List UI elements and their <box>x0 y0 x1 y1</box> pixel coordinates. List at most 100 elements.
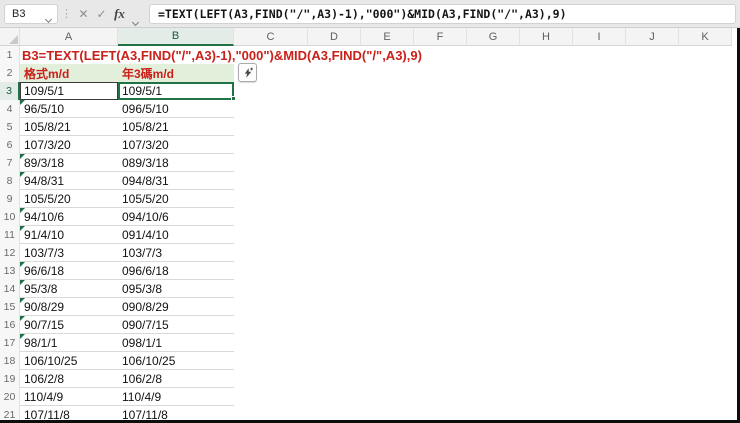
row-header-13[interactable]: 13 <box>0 262 20 280</box>
row-header-2[interactable]: 2 <box>0 64 20 82</box>
row-header-9[interactable]: 9 <box>0 190 20 208</box>
cell-B4[interactable]: 096/5/10 <box>118 100 234 118</box>
cell-B15[interactable]: 090/8/29 <box>118 298 234 316</box>
fill-handle[interactable] <box>231 96 236 101</box>
column-header-D[interactable]: D <box>308 28 361 46</box>
error-indicator-icon <box>20 334 25 339</box>
formula-text: =TEXT(LEFT(A3,FIND("/",A3)-1),"000")&MID… <box>158 7 567 21</box>
cell-A3[interactable]: 109/5/1 <box>20 82 118 100</box>
formula-note-text[interactable]: B3=TEXT(LEFT(A3,FIND("/",A3)-1),"000")&M… <box>20 46 422 64</box>
column-header-A[interactable]: A <box>20 28 118 46</box>
column-header-C[interactable]: C <box>234 28 308 46</box>
cell-B2[interactable]: 年3碼m/d <box>118 64 234 82</box>
cell-A12[interactable]: 103/7/3 <box>20 244 118 262</box>
column-header-J[interactable]: J <box>626 28 679 46</box>
column-header-I[interactable]: I <box>573 28 626 46</box>
cell-A20[interactable]: 110/4/9 <box>20 388 118 406</box>
cell-A6[interactable]: 107/3/20 <box>20 136 118 154</box>
row-header-3[interactable]: 3 <box>0 82 20 100</box>
cell-B17[interactable]: 098/1/1 <box>118 334 234 352</box>
cell-A10[interactable]: 94/10/6 <box>20 208 118 226</box>
cell-B18[interactable]: 106/10/25 <box>118 352 234 370</box>
error-indicator-icon <box>20 262 25 267</box>
sheet-row-9: 9 105/5/20 105/5/20 <box>0 190 740 208</box>
name-box[interactable]: B3 <box>4 4 58 24</box>
cell-A13[interactable]: 96/6/18 <box>20 262 118 280</box>
row-header-10[interactable]: 10 <box>0 208 20 226</box>
row-header-8[interactable]: 8 <box>0 172 20 190</box>
column-header-E[interactable]: E <box>361 28 414 46</box>
cell-A19[interactable]: 106/2/8 <box>20 370 118 388</box>
sheet-row-5: 5 105/8/21 105/8/21 <box>0 118 740 136</box>
row-header-15[interactable]: 15 <box>0 298 20 316</box>
row-header-6[interactable]: 6 <box>0 136 20 154</box>
cell-A14[interactable]: 95/3/8 <box>20 280 118 298</box>
cell-B7[interactable]: 089/3/18 <box>118 154 234 172</box>
row-header-16[interactable]: 16 <box>0 316 20 334</box>
grid: 1 B3=TEXT(LEFT(A3,FIND("/",A3)-1),"000")&… <box>0 46 740 423</box>
formula-enter-button[interactable]: ✓ <box>93 5 110 23</box>
cell-B14[interactable]: 095/3/8 <box>118 280 234 298</box>
error-indicator-icon <box>20 172 25 177</box>
row-header-11[interactable]: 11 <box>0 226 20 244</box>
sheet-row-19: 19 106/2/8 106/2/8 <box>0 370 740 388</box>
error-indicator-icon <box>20 154 25 159</box>
cell-B6[interactable]: 107/3/20 <box>118 136 234 154</box>
cell-B16[interactable]: 090/7/15 <box>118 316 234 334</box>
row-header-20[interactable]: 20 <box>0 388 20 406</box>
cell-B11[interactable]: 091/4/10 <box>118 226 234 244</box>
sheet-row-4: 4 96/5/10 096/5/10 <box>0 100 740 118</box>
column-header-G[interactable]: G <box>467 28 520 46</box>
x-icon: ✕ <box>78 7 89 21</box>
cell-B10[interactable]: 094/10/6 <box>118 208 234 226</box>
cell-B9[interactable]: 105/5/20 <box>118 190 234 208</box>
row-header-19[interactable]: 19 <box>0 370 20 388</box>
flash-fill-options-button[interactable] <box>238 63 257 82</box>
cell-A15[interactable]: 90/8/29 <box>20 298 118 316</box>
row-header-1[interactable]: 1 <box>0 46 20 64</box>
formula-bar-row: B3 ⋮ ✕ ✓ fx =TEXT(LEFT(A3,FIND("/",A3)-1… <box>0 0 740 28</box>
row-header-7[interactable]: 7 <box>0 154 20 172</box>
cell-B20[interactable]: 110/4/9 <box>118 388 234 406</box>
cell-A8[interactable]: 94/8/31 <box>20 172 118 190</box>
row-header-5[interactable]: 5 <box>0 118 20 136</box>
cell-B3[interactable]: 109/5/1 <box>118 82 236 101</box>
cell-B19[interactable]: 106/2/8 <box>118 370 234 388</box>
formula-cancel-button[interactable]: ✕ <box>75 5 92 23</box>
cell-A4[interactable]: 96/5/10 <box>20 100 118 118</box>
row-header-18[interactable]: 18 <box>0 352 20 370</box>
sheet-row-11: 11 91/4/10 091/4/10 <box>0 226 740 244</box>
column-header-F[interactable]: F <box>414 28 467 46</box>
cell-B12[interactable]: 103/7/3 <box>118 244 234 262</box>
row-header-4[interactable]: 4 <box>0 100 20 118</box>
cell-A5[interactable]: 105/8/21 <box>20 118 118 136</box>
cell-A17[interactable]: 98/1/1 <box>20 334 118 352</box>
sheet-row-8: 8 94/8/31 094/8/31 <box>0 172 740 190</box>
fx-icon: fx <box>114 6 125 21</box>
cell-B5[interactable]: 105/8/21 <box>118 118 234 136</box>
insert-function-button[interactable]: fx <box>111 5 128 23</box>
cell-A18[interactable]: 106/10/25 <box>20 352 118 370</box>
cell-A9[interactable]: 105/5/20 <box>20 190 118 208</box>
row-header-17[interactable]: 17 <box>0 334 20 352</box>
sheet-row-13: 13 96/6/18 096/6/18 <box>0 262 740 280</box>
sheet-row-6: 6 107/3/20 107/3/20 <box>0 136 740 154</box>
select-all-button[interactable] <box>0 28 20 46</box>
cell-A2[interactable]: 格式m/d <box>20 64 118 82</box>
error-indicator-icon <box>20 226 25 231</box>
column-header-H[interactable]: H <box>520 28 573 46</box>
cell-A11[interactable]: 91/4/10 <box>20 226 118 244</box>
sheet-row-3: 3 109/5/1 109/5/1 <box>0 82 740 101</box>
column-header-K[interactable]: K <box>679 28 732 46</box>
row-header-12[interactable]: 12 <box>0 244 20 262</box>
column-header-B[interactable]: B <box>118 28 234 46</box>
cell-A7[interactable]: 89/3/18 <box>20 154 118 172</box>
error-indicator-icon <box>20 208 25 213</box>
formula-input[interactable]: =TEXT(LEFT(A3,FIND("/",A3)-1),"000")&MID… <box>149 4 736 24</box>
cell-A16[interactable]: 90/7/15 <box>20 316 118 334</box>
row-header-14[interactable]: 14 <box>0 280 20 298</box>
cell-B13[interactable]: 096/6/18 <box>118 262 234 280</box>
cell-B8[interactable]: 094/8/31 <box>118 172 234 190</box>
sheet-row-16: 16 90/7/15 090/7/15 <box>0 316 740 334</box>
name-box-chevron-icon[interactable] <box>44 13 53 24</box>
